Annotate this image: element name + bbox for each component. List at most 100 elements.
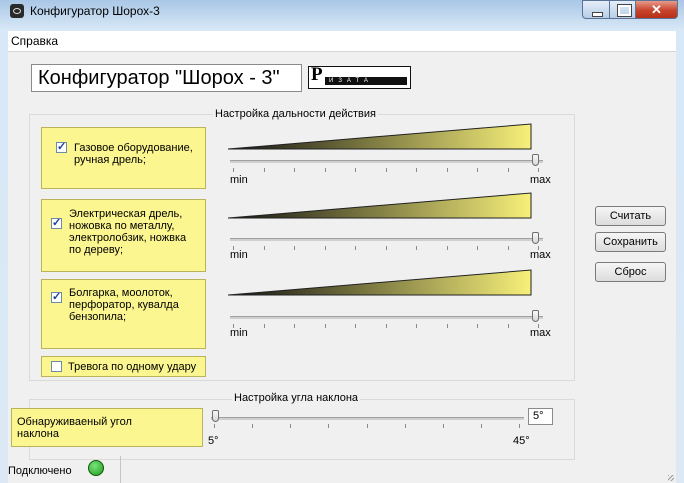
tilt-group-legend: Настройка угла наклона [232,392,361,404]
tilt-angle-tick [481,424,482,428]
channel-2-min-label: min [230,249,248,261]
channel-1-tick [355,168,356,172]
channel-2-tick [294,246,295,250]
logo-letter: Р [311,64,323,85]
channel-3-tick [386,324,387,328]
channel-2-tick [233,246,234,250]
channel-3-min-label: min [230,327,248,339]
channel-3-tick [447,324,448,328]
menu-help[interactable]: Справка [11,34,58,48]
channel-3-tick [264,324,265,328]
tilt-angle-min-label: 5° [208,435,219,447]
single-hit-alarm-label: Тревога по одному удару [68,361,197,373]
logo-text: ИЗАТА [325,77,407,85]
channel-2-tick [416,246,417,250]
resize-grip-icon[interactable] [668,475,674,481]
channel-3-tick [416,324,417,328]
channel-3-tick [325,324,326,328]
connection-status-label: Подключено [8,465,72,477]
window-title: Конфигуратор Шорох-3 [30,4,160,18]
channel-2-tick [508,246,509,250]
close-button[interactable]: ✕ [635,0,678,19]
channel-1-tick [477,168,478,172]
channel-2-slider-thumb[interactable] [532,232,539,244]
channel-3-panel: Болгарка, моолоток, перфоратор, кувалда … [41,279,206,349]
channel-2-max-label: max [530,249,551,261]
channel-2-checkbox[interactable] [51,216,62,229]
channel-3-tick [538,324,539,328]
channel-1-slider-thumb[interactable] [532,154,539,166]
channel-2-tick [325,246,326,250]
channel-3-label: Болгарка, моолоток, перфоратор, кувалда … [69,287,179,323]
single-hit-alarm-panel: Тревога по одному удару [41,356,206,377]
channel-2-slider[interactable] [230,238,543,241]
tilt-angle-tick [214,424,215,428]
tilt-angle-tick [443,424,444,428]
channel-3-slider-thumb[interactable] [532,310,539,322]
client-area: Справка Конфигуратор "Шорох - 3" Р ИЗАТА… [8,31,676,483]
channel-2-tick [538,246,539,250]
channel-1-tick [264,168,265,172]
save-button[interactable]: Сохранить [595,232,666,252]
channel-1-checkbox[interactable] [56,140,67,153]
tilt-angle-tick [405,424,406,428]
channel-3-max-label: max [530,327,551,339]
app-icon [10,4,24,18]
channel-1-tick [538,168,539,172]
channel-3-tick [508,324,509,328]
connection-indicator-icon [88,460,104,476]
tilt-angle-value[interactable]: 5° [528,408,553,425]
channel-3-slider[interactable] [230,316,543,319]
close-icon: ✕ [651,2,662,17]
tilt-angle-panel: Обнаруживаеный угол наклона [11,408,203,447]
tilt-angle-tick [519,424,520,428]
read-button[interactable]: Считать [595,206,666,226]
company-logo: Р ИЗАТА [308,64,411,89]
channel-2-tick [355,246,356,250]
channel-2-tick [264,246,265,250]
tilt-angle-tick [290,424,291,428]
channel-1-label: Газовое оборудование, ручная дрель; [74,142,193,166]
channel-2-sensitivity-ramp [228,192,532,219]
tilt-angle-tick [252,424,253,428]
title-bar[interactable]: Конфигуратор Шорох-3 ✕ [0,0,684,22]
channel-3-checkbox[interactable] [51,290,62,303]
channel-3-tick [294,324,295,328]
channel-1-tick [508,168,509,172]
channel-2-tick [386,246,387,250]
channel-1-tick [233,168,234,172]
channel-3-sensitivity-ramp [228,269,532,296]
channel-1-tick [325,168,326,172]
maximize-button[interactable] [609,0,636,19]
channel-3-tick [233,324,234,328]
single-hit-alarm-checkbox[interactable] [51,361,62,372]
channel-1-tick [386,168,387,172]
channel-1-sensitivity-ramp [228,123,532,150]
tilt-angle-slider[interactable] [211,417,524,420]
tilt-angle-label: Обнаруживаеный угол наклона [17,416,132,440]
tilt-angle-tick [367,424,368,428]
tilt-angle-tick [328,424,329,428]
channel-3-tick [477,324,478,328]
tilt-angle-max-label: 45° [513,435,530,447]
minimize-button[interactable] [582,0,610,19]
channel-1-tick [294,168,295,172]
channel-2-label: Электрическая дрель, ножовка по металлу,… [69,208,187,256]
channel-1-tick [447,168,448,172]
tilt-angle-slider-thumb[interactable] [212,410,219,422]
reset-button[interactable]: Сброс [595,262,666,282]
application-window: Конфигуратор Шорох-3 ✕ Справка Конфигура… [0,0,684,483]
channel-2-tick [477,246,478,250]
menu-bar: Справка [8,31,676,52]
channel-1-min-label: min [230,174,248,186]
app-heading: Конфигуратор "Шорох - 3" [31,64,302,92]
channel-2-panel: Электрическая дрель, ножовка по металлу,… [41,199,206,272]
channel-1-slider[interactable] [230,160,543,163]
channel-1-max-label: max [530,174,551,186]
channel-2-tick [447,246,448,250]
range-group-legend: Настройка дальности действия [213,108,378,120]
status-divider [120,456,121,483]
channel-3-tick [355,324,356,328]
channel-1-panel: Газовое оборудование, ручная дрель; [41,127,206,189]
channel-1-tick [416,168,417,172]
